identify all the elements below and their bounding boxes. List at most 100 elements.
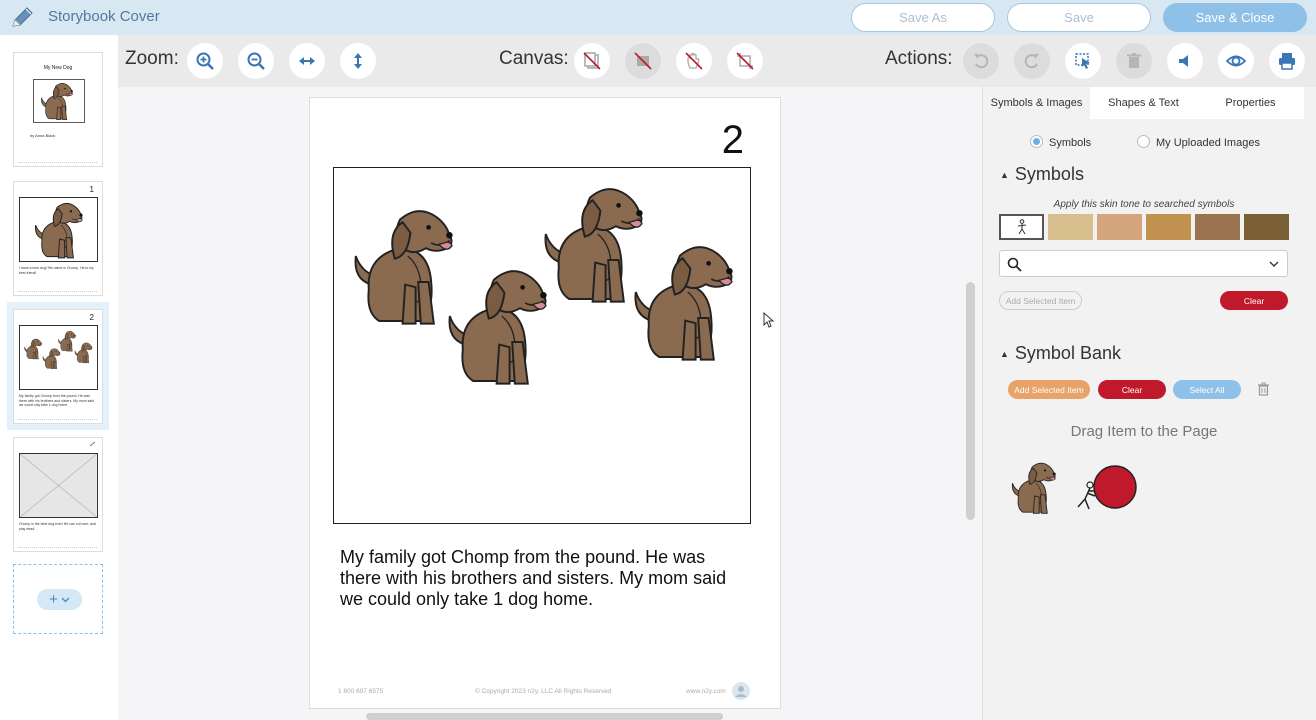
add-page-button[interactable]: +	[37, 589, 82, 610]
add-selected-item-disabled-button[interactable]: Add Selected Item	[999, 291, 1082, 310]
puppies-image[interactable]	[334, 168, 749, 522]
tab-properties[interactable]: Properties	[1197, 87, 1304, 119]
crop-disabled-icon	[736, 52, 754, 70]
copy-disabled-icon	[583, 52, 601, 70]
radio-uploaded-images-label: My Uploaded Images	[1156, 137, 1260, 149]
symbols-section-toggle[interactable]: ▲ Symbols	[1000, 164, 1084, 185]
right-panel: Symbols & Images Shapes & Text Propertie…	[982, 87, 1316, 720]
eye-icon	[1225, 55, 1247, 67]
thumbnail-page-2[interactable]: 2 My family got Chomp from the pound. He…	[13, 309, 103, 424]
redo-icon	[1024, 54, 1039, 69]
search-icon	[1007, 257, 1022, 272]
zoom-in-button[interactable]	[187, 43, 223, 79]
page-number[interactable]: 2	[722, 118, 744, 163]
drag-item-hint: Drag Item to the Page	[1070, 423, 1218, 440]
thumbnail-page-2-text: My family got Chomp from the pound. He w…	[19, 394, 95, 407]
bank-item-dog[interactable]	[1009, 459, 1063, 515]
trash-icon	[1127, 53, 1141, 68]
thumbnail-page-3[interactable]: Chomp is the best dog ever! He can roll …	[13, 437, 103, 552]
clear-search-button[interactable]: Clear	[1220, 291, 1288, 310]
printer-icon	[1279, 53, 1295, 70]
thumbnail-page-3-text: Chomp is the best dog ever! He can roll …	[19, 522, 96, 531]
paste-disabled-icon	[634, 52, 652, 70]
thumbnail-cover[interactable]: My New Dog by Anna Black	[13, 52, 103, 167]
thumbnail-page-2-image	[19, 325, 98, 390]
footer-phone: 1 800 697 6575	[338, 688, 384, 695]
radio-symbols-label: Symbols	[1049, 137, 1092, 149]
footer-url: www.n2y.com	[686, 688, 726, 695]
footer-copyright: © Copyright 2023 n2y, LLC All Rights Res…	[475, 688, 612, 695]
caret-up-icon: ▲	[1000, 349, 1009, 360]
speaker-icon	[1179, 55, 1188, 67]
thumbnail-cover-image	[33, 79, 85, 123]
thumbnail-page-1-image	[19, 197, 98, 262]
symbols-heading: Symbols	[1014, 164, 1084, 184]
canvas-area[interactable]: 2 My family got Chomp from the pound. He…	[118, 87, 982, 720]
preview-button[interactable]	[1218, 43, 1254, 79]
select-cursor-icon	[1075, 53, 1090, 69]
thumbnail-page-1-text: I have a new dog! His name is Chomp. He …	[19, 266, 94, 275]
fit-height-button[interactable]	[340, 43, 376, 79]
page-text[interactable]: My family got Chomp from the pound. He w…	[340, 547, 750, 610]
thumbnail-cover-author: by Anna Black	[30, 133, 56, 138]
panel-tabs: Symbols & Images Shapes & Text Propertie…	[983, 87, 1316, 121]
mouse-cursor-icon	[763, 312, 775, 328]
audio-button[interactable]	[1167, 43, 1203, 79]
undo-icon	[974, 54, 989, 69]
skin-tone-swatch-4[interactable]	[1195, 214, 1240, 240]
canvas-paste-button[interactable]	[625, 43, 661, 79]
bank-select-all-button[interactable]: Select All	[1173, 380, 1241, 399]
thumbnail-cover-title: My New Dog	[43, 65, 73, 71]
zoom-in-icon	[196, 52, 214, 70]
canvas-crop-button[interactable]	[727, 43, 763, 79]
pencil-icon	[12, 7, 33, 27]
bank-item-push-ball[interactable]	[1075, 463, 1141, 513]
caret-up-icon: ▲	[1000, 170, 1009, 181]
save-as-button[interactable]: Save As	[851, 3, 995, 32]
bank-add-selected-button[interactable]: Add Selected Item	[1008, 380, 1090, 399]
print-button[interactable]	[1269, 43, 1305, 79]
story-page[interactable]: 2 My family got Chomp from the pound. He…	[309, 97, 781, 709]
skin-tone-swatch-3[interactable]	[1146, 214, 1191, 240]
chevron-down-icon[interactable]	[1269, 261, 1279, 268]
n2y-logo	[732, 682, 750, 700]
redo-button[interactable]	[1014, 43, 1050, 79]
save-and-close-button[interactable]: Save & Close	[1163, 3, 1307, 32]
thumbnail-page-1-number: 1	[89, 185, 94, 194]
skin-tone-swatch-5[interactable]	[1244, 214, 1289, 240]
document-title: Storybook Cover	[48, 8, 160, 25]
zoom-out-button[interactable]	[238, 43, 274, 79]
radio-uploaded-images[interactable]	[1137, 135, 1150, 148]
fit-width-button[interactable]	[289, 43, 325, 79]
symbol-bank-toggle[interactable]: ▲ Symbol Bank	[1000, 343, 1121, 364]
vertical-scrollbar[interactable]	[966, 282, 975, 520]
bank-trash-icon[interactable]	[1257, 382, 1270, 396]
canvas-copy-button[interactable]	[574, 43, 610, 79]
add-page-area: +	[13, 564, 103, 634]
zoom-label: Zoom:	[125, 48, 179, 69]
canvas-hand-button[interactable]	[676, 43, 712, 79]
skin-tone-hint: Apply this skin tone to searched symbols	[1053, 199, 1235, 210]
symbol-bank-heading: Symbol Bank	[1014, 343, 1121, 363]
thumbnail-page-1[interactable]: 1 I have a new dog! His name is Chomp. H…	[13, 181, 103, 296]
tab-shapes-text[interactable]: Shapes & Text	[1090, 87, 1197, 119]
bank-clear-button[interactable]: Clear	[1098, 380, 1166, 399]
image-frame[interactable]	[333, 167, 751, 524]
page-3-edit-icon	[89, 441, 96, 447]
vertical-arrows-icon	[354, 53, 362, 69]
horizontal-arrows-icon	[299, 57, 315, 65]
save-button[interactable]: Save	[1007, 3, 1151, 32]
select-all-button[interactable]	[1065, 43, 1101, 79]
horizontal-scrollbar[interactable]	[366, 713, 723, 720]
symbol-search-input[interactable]	[999, 250, 1288, 277]
undo-button[interactable]	[963, 43, 999, 79]
delete-button[interactable]	[1116, 43, 1152, 79]
hand-disabled-icon	[685, 52, 703, 70]
page-thumbnails-panel: My New Dog by Anna Black 1 I have a new …	[0, 35, 118, 720]
skin-tone-swatch-2[interactable]	[1097, 214, 1142, 240]
tab-symbols-images[interactable]: Symbols & Images	[983, 87, 1090, 119]
skin-tone-default[interactable]	[999, 214, 1044, 240]
skin-tone-swatch-1[interactable]	[1048, 214, 1093, 240]
radio-symbols[interactable]	[1030, 135, 1043, 148]
chevron-down-icon	[61, 597, 70, 602]
